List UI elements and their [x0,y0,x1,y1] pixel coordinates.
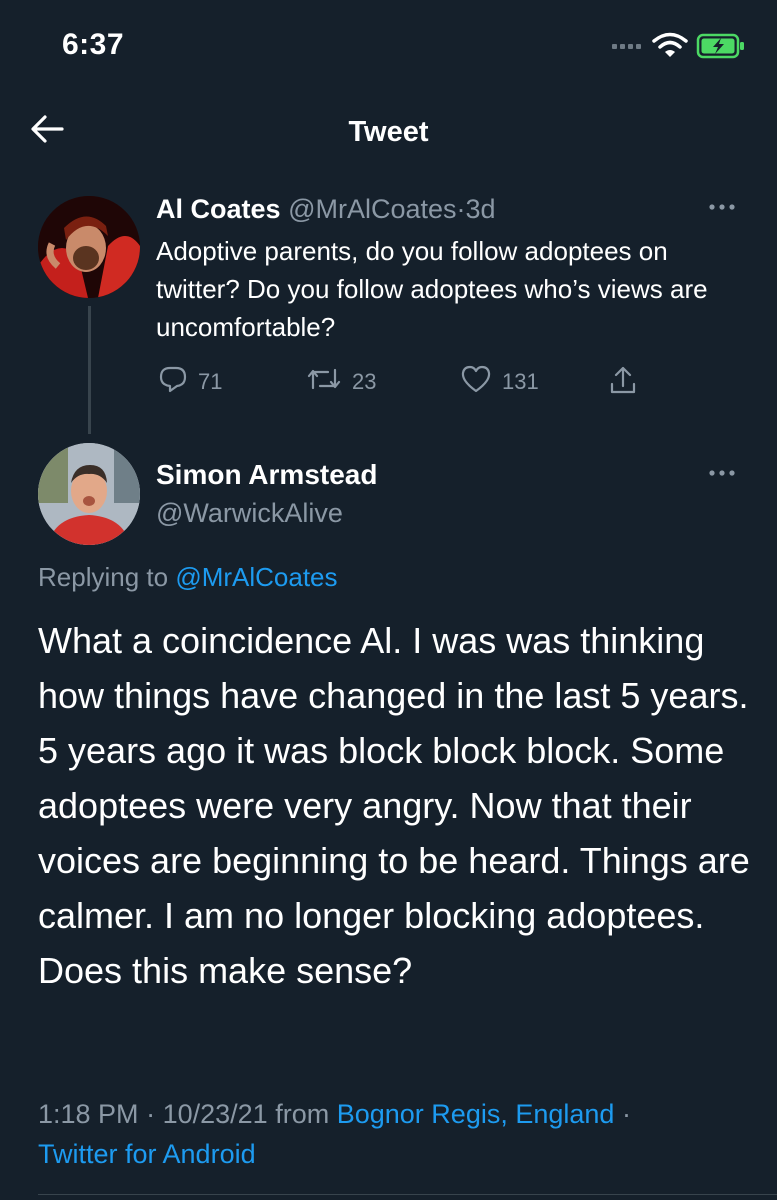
reply-icon [158,364,188,400]
reply-button[interactable]: 71 [158,364,222,400]
share-icon [608,364,638,402]
replying-prefix: Replying to [38,562,169,592]
like-count: 131 [502,369,539,394]
avatar[interactable] [38,196,140,298]
tweet-date: 10/23/21 [162,1099,268,1129]
retweet-button[interactable]: 23 [306,364,376,400]
thread-line [88,306,91,434]
author-name[interactable]: Simon Armstead [156,459,377,491]
tweet-text: Adoptive parents, do you follow adoptees… [156,236,708,342]
like-icon [460,364,492,400]
retweet-count: 23 [352,369,377,394]
wifi-icon [652,32,688,63]
separator: · [456,194,466,224]
battery-charging-icon [696,32,746,65]
separator: · [146,1099,156,1129]
divider [38,1194,777,1195]
status-time: 6:37 [62,28,125,61]
replying-to: Replying to @MrAlCoates [38,562,338,593]
tweet-age[interactable]: 3d [466,194,496,224]
retweet-icon [306,364,342,400]
like-button[interactable]: 131 [460,364,539,400]
replying-handle-link[interactable]: @MrAlCoates [175,562,337,592]
location-link[interactable]: Bognor Regis, England [337,1099,615,1129]
author-name[interactable]: Al Coates [156,194,281,224]
tweet-header: Al Coates @MrAlCoates·3d [156,194,496,225]
share-button[interactable] [608,364,638,402]
signal-icon [612,44,641,49]
author-handle[interactable]: @MrAlCoates [288,194,456,224]
page-title: Tweet [348,116,429,148]
tweet-text: What a coincidence Al. I was was thinkin… [38,620,750,991]
from-label: from [275,1099,330,1129]
more-icon[interactable] [707,465,737,483]
reply-count: 71 [198,369,223,394]
separator: · [621,1099,631,1129]
tweet-meta: 1:18 PM · 10/23/21 from Bognor Regis, En… [38,1094,758,1174]
tweet-time: 1:18 PM [38,1099,139,1129]
client-link[interactable]: Twitter for Android [38,1139,256,1169]
avatar[interactable] [38,443,140,545]
author-handle[interactable]: @WarwickAlive [156,498,343,529]
more-icon[interactable] [707,199,737,217]
